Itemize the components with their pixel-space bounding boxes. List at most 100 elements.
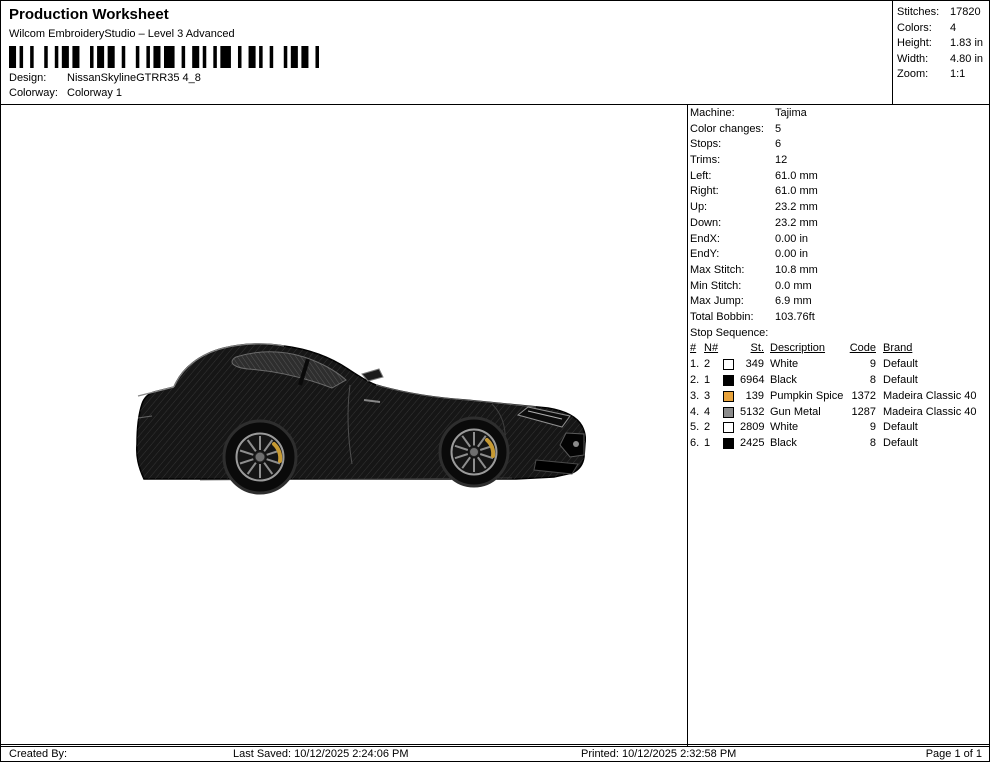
machine-info-value: 6.9 mm: [775, 294, 812, 310]
stop-row-needle: 3: [704, 389, 723, 405]
footer: Created By: Last Saved: 10/12/2025 2:24:…: [1, 744, 989, 761]
stop-row-brand: Madeira Classic 40: [878, 405, 990, 421]
stat-label: Colors:: [897, 21, 950, 37]
stop-row-needle: 2: [704, 420, 723, 436]
stat-row: Stitches:17820: [897, 5, 989, 21]
stop-row-stitches: 2425: [740, 436, 766, 452]
colorway-value: Colorway 1: [67, 86, 122, 101]
stop-row-needle: 4: [704, 405, 723, 421]
machine-info-value: 6: [775, 137, 781, 153]
machine-info-row: EndX:0.00 in: [690, 232, 990, 248]
machine-info-row: Max Stitch:10.8 mm: [690, 263, 990, 279]
machine-info-row: EndY:0.00 in: [690, 247, 990, 263]
machine-info-value: 0.00 in: [775, 232, 808, 248]
col-header-description: Description: [766, 341, 848, 357]
stat-row: Zoom:1:1: [897, 67, 989, 83]
machine-info-value: 61.0 mm: [775, 169, 818, 185]
stop-row-num: 3.: [690, 389, 704, 405]
stop-row-swatch-cell: [723, 405, 740, 421]
stat-label: Zoom:: [897, 67, 950, 83]
stop-row-brand: Default: [878, 436, 990, 452]
stop-row-code: 9: [848, 420, 878, 436]
colorway-label: Colorway:: [9, 86, 67, 101]
header-left: Production Worksheet Wilcom EmbroiderySt…: [1, 1, 892, 104]
stop-row-description: Black: [766, 373, 848, 389]
stop-row-swatch-cell: [723, 389, 740, 405]
col-header-needle: N#: [704, 341, 723, 357]
stop-row-code: 1372: [848, 389, 878, 405]
stat-value: 1:1: [950, 67, 965, 83]
design-label: Design:: [9, 71, 67, 86]
machine-info-row: Left:61.0 mm: [690, 169, 990, 185]
car-body: [137, 344, 586, 480]
machine-info-value: 5: [775, 122, 781, 138]
color-swatch: [723, 422, 734, 433]
rear-wheel: [224, 421, 296, 493]
col-header-code: Code: [848, 341, 878, 357]
machine-info-value: 0.00 in: [775, 247, 808, 263]
printed: Printed: 10/12/2025 2:32:58 PM: [581, 748, 736, 761]
col-header-brand: Brand: [878, 341, 990, 357]
machine-info-value: Tajima: [775, 106, 807, 122]
machine-info-label: Max Stitch:: [690, 263, 775, 279]
barcode: [9, 46, 319, 68]
stop-sequence-table: #N#St.DescriptionCodeBrand1.2349White9De…: [690, 341, 990, 452]
stop-row-description: Pumpkin Spice: [766, 389, 848, 405]
machine-info-row: Up:23.2 mm: [690, 200, 990, 216]
machine-info-value: 23.2 mm: [775, 200, 818, 216]
machine-info-value: 61.0 mm: [775, 184, 818, 200]
stat-label: Stitches:: [897, 5, 950, 21]
stop-row-needle: 2: [704, 357, 723, 373]
stop-row-needle: 1: [704, 436, 723, 452]
stop-row-stitches: 2809: [740, 420, 766, 436]
machine-info-label: Up:: [690, 200, 775, 216]
front-wheel: [440, 418, 508, 486]
machine-info-label: Down:: [690, 216, 775, 232]
stop-row-brand: Default: [878, 420, 990, 436]
machine-info-row: Down:23.2 mm: [690, 216, 990, 232]
stop-row-needle: 1: [704, 373, 723, 389]
stat-row: Colors:4: [897, 21, 989, 37]
machine-info-label: EndX:: [690, 232, 775, 248]
stop-row-code: 8: [848, 436, 878, 452]
color-swatch: [723, 359, 734, 370]
design-canvas: [1, 105, 687, 746]
machine-info-label: Left:: [690, 169, 775, 185]
colorway-row: Colorway: Colorway 1: [9, 86, 884, 101]
stats-panel: Stitches:17820Colors:4Height:1.83 inWidt…: [892, 1, 989, 104]
machine-info-label: Min Stitch:: [690, 279, 775, 295]
stat-label: Width:: [897, 52, 950, 68]
stop-row-code: 8: [848, 373, 878, 389]
design-row: Design: NissanSkylineGTRR35 4_8: [9, 71, 884, 86]
stat-value: 1.83 in: [950, 36, 983, 52]
machine-info-value: 10.8 mm: [775, 263, 818, 279]
machine-info-label: Right:: [690, 184, 775, 200]
stop-row-code: 1287: [848, 405, 878, 421]
machine-info-row: Color changes:5: [690, 122, 990, 138]
col-header-num: #: [690, 341, 704, 357]
machine-info-row: Min Stitch:0.0 mm: [690, 279, 990, 295]
machine-info-label: Total Bobbin:: [690, 310, 775, 326]
header: Production Worksheet Wilcom EmbroiderySt…: [1, 1, 989, 105]
stop-row-stitches: 6964: [740, 373, 766, 389]
stop-row-swatch-cell: [723, 373, 740, 389]
stat-value: 4.80 in: [950, 52, 983, 68]
page-number: Page 1 of 1: [926, 748, 982, 761]
machine-info-label: Trims:: [690, 153, 775, 169]
stop-row-brand: Default: [878, 357, 990, 373]
stop-row-description: White: [766, 420, 848, 436]
stop-row-num: 1.: [690, 357, 704, 373]
stat-row: Height:1.83 in: [897, 36, 989, 52]
machine-info-row: Max Jump:6.9 mm: [690, 294, 990, 310]
stop-row-description: White: [766, 357, 848, 373]
col-header-stitches: St.: [740, 341, 766, 357]
stat-label: Height:: [897, 36, 950, 52]
machine-info-row: Machine:Tajima: [690, 106, 990, 122]
stop-row-swatch-cell: [723, 436, 740, 452]
machine-info-row: Total Bobbin:103.76ft: [690, 310, 990, 326]
embroidery-design-nissan-gtr: [136, 338, 586, 513]
stop-row-code: 9: [848, 357, 878, 373]
app-subtitle: Wilcom EmbroideryStudio – Level 3 Advanc…: [9, 27, 884, 41]
stop-row-swatch-cell: [723, 357, 740, 373]
stop-row-description: Black: [766, 436, 848, 452]
